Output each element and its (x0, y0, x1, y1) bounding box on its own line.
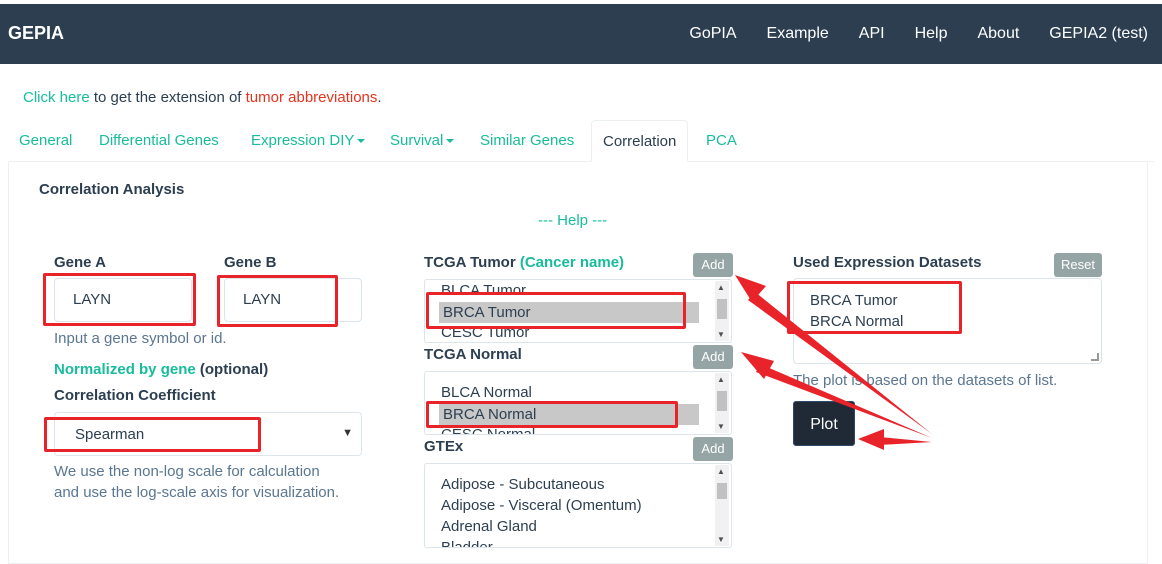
scrollbar-thumb[interactable] (717, 391, 727, 411)
datasets-textarea[interactable]: BRCA Tumor BRCA Normal (793, 278, 1102, 364)
nav-help[interactable]: Help (915, 25, 948, 43)
tab-differential-genes[interactable]: Differential Genes (88, 120, 230, 162)
normalized-by-gene-label: Normalized by gene (optional) (54, 361, 268, 378)
scrollbar[interactable]: ▲ ▼ (715, 281, 729, 341)
scroll-down-icon[interactable]: ▼ (717, 330, 725, 339)
tcga-normal-items: BLCA Normal BRCA Normal CESC Normal (425, 372, 715, 434)
correlation-coefficient-label: Correlation Coefficient (54, 387, 216, 404)
list-item[interactable]: BLCA Tumor (441, 282, 526, 299)
tab-differential-genes-label: Differential Genes (99, 132, 219, 149)
gene-a-input[interactable]: LAYN (54, 278, 192, 322)
reset-button[interactable]: Reset (1054, 253, 1102, 277)
scale-hint: We use the non-log scale for calculation… (54, 461, 339, 503)
extension-text: to get the extension of (89, 89, 246, 106)
section-title: Correlation Analysis (39, 181, 185, 198)
nav-links: GoPIA Example API Help About GEPIA2 (tes… (659, 25, 1148, 43)
gene-a-label: Gene A (54, 254, 106, 271)
scale-hint-line-2: and use the log-scale axis for visualiza… (54, 484, 340, 501)
gene-b-input[interactable]: LAYN (224, 278, 362, 322)
tcga-normal-label: TCGA Normal (424, 346, 522, 363)
gtex-items: Adipose - Subcutaneous Adipose - Viscera… (425, 464, 715, 547)
scrollbar[interactable]: ▲ ▼ (715, 465, 729, 546)
coefficient-value: Spearman (75, 426, 145, 443)
gene-hint: Input a gene symbol or id. (54, 330, 227, 347)
nav-about[interactable]: About (977, 25, 1019, 43)
optional-text: (optional) (195, 361, 269, 378)
extension-line: Click here to get the extension of tumor… (23, 89, 382, 106)
scrollbar-thumb[interactable] (717, 483, 727, 499)
tab-similar-genes[interactable]: Similar Genes (469, 120, 585, 162)
scroll-up-icon[interactable]: ▲ (717, 283, 725, 292)
tcga-normal-add-button[interactable]: Add (693, 345, 733, 369)
tcga-normal-list[interactable]: BLCA Normal BRCA Normal CESC Normal ▲ ▼ (424, 371, 732, 435)
list-item[interactable]: CESC Normal (441, 426, 535, 434)
nav-api[interactable]: API (859, 25, 885, 43)
gtex-list[interactable]: Adipose - Subcutaneous Adipose - Viscera… (424, 463, 732, 548)
dataset-line: BRCA Normal (810, 313, 904, 330)
tcga-tumor-label: TCGA Tumor (Cancer name) (424, 254, 624, 271)
tab-correlation[interactable]: Correlation (591, 120, 689, 162)
list-item[interactable]: Adipose - Subcutaneous (441, 476, 604, 493)
chevron-down-icon: ▼ (342, 427, 353, 439)
correlation-coefficient-select[interactable]: Spearman ▼ (54, 412, 362, 456)
brand-logo[interactable]: GEPIA (8, 23, 64, 44)
scale-hint-line-1: We use the non-log scale for calculation (54, 463, 320, 480)
list-item[interactable]: Adipose - Visceral (Omentum) (441, 497, 642, 514)
scrollbar-thumb[interactable] (717, 299, 727, 319)
scrollbar[interactable]: ▲ ▼ (715, 373, 729, 433)
tab-pca[interactable]: PCA (695, 120, 748, 162)
scroll-down-icon[interactable]: ▼ (717, 422, 725, 431)
cancer-name-link[interactable]: (Cancer name) (520, 254, 624, 271)
tab-expression-diy-label: Expression DIY (251, 132, 355, 149)
tumor-abbreviations-link[interactable]: tumor abbreviations (246, 89, 378, 106)
tab-bar: General Differential Genes Expression DI… (8, 120, 1154, 162)
resize-handle-icon[interactable] (1091, 353, 1099, 361)
tab-survival-label: Survival (390, 132, 444, 149)
list-item[interactable]: BLCA Normal (441, 384, 532, 401)
dataset-line: BRCA Tumor (810, 292, 898, 309)
normalized-by-gene-link[interactable]: Normalized by gene (54, 361, 196, 378)
tcga-tumor-list[interactable]: BLCA Tumor BRCA Tumor CESC Tumor ▲ ▼ (424, 279, 732, 343)
help-link[interactable]: --- Help --- (538, 212, 607, 229)
nav-example[interactable]: Example (767, 25, 829, 43)
tcga-tumor-add-button[interactable]: Add (693, 253, 733, 277)
scroll-up-icon[interactable]: ▲ (717, 375, 725, 384)
tcga-tumor-items: BLCA Tumor BRCA Tumor CESC Tumor (425, 280, 715, 342)
scroll-up-icon[interactable]: ▲ (717, 467, 725, 476)
list-item[interactable]: CESC Tumor (441, 324, 529, 341)
nav-gepia2[interactable]: GEPIA2 (test) (1049, 25, 1148, 43)
gtex-label: GTEx (424, 438, 464, 455)
list-item-selected[interactable]: BRCA Normal (439, 404, 699, 425)
scroll-down-icon[interactable]: ▼ (717, 535, 725, 544)
tab-general[interactable]: General (8, 120, 83, 162)
chevron-down-icon (446, 139, 455, 144)
list-item[interactable]: Adrenal Gland (441, 518, 537, 535)
gtex-add-button[interactable]: Add (693, 437, 733, 461)
tcga-tumor-label-text: TCGA Tumor (424, 254, 516, 271)
plot-button[interactable]: Plot (793, 401, 855, 446)
navbar: GEPIA GoPIA Example API Help About GEPIA… (0, 4, 1162, 64)
list-item-selected[interactable]: BRCA Tumor (439, 302, 699, 323)
tab-correlation-label: Correlation (603, 133, 677, 150)
nav-gopia[interactable]: GoPIA (689, 25, 736, 43)
tab-pca-label: PCA (706, 132, 737, 149)
click-here-link[interactable]: Click here (23, 89, 90, 106)
list-item[interactable]: Bladder (441, 539, 493, 547)
extension-period: . (377, 89, 382, 106)
tab-similar-genes-label: Similar Genes (480, 132, 575, 149)
tab-survival[interactable]: Survival (379, 120, 465, 162)
tab-general-label: General (19, 132, 73, 149)
chevron-down-icon (357, 139, 366, 144)
tab-expression-diy[interactable]: Expression DIY (240, 120, 376, 162)
datasets-note: The plot is based on the datasets of lis… (793, 372, 1058, 389)
used-datasets-label: Used Expression Datasets (793, 254, 982, 271)
gene-b-label: Gene B (224, 254, 277, 271)
